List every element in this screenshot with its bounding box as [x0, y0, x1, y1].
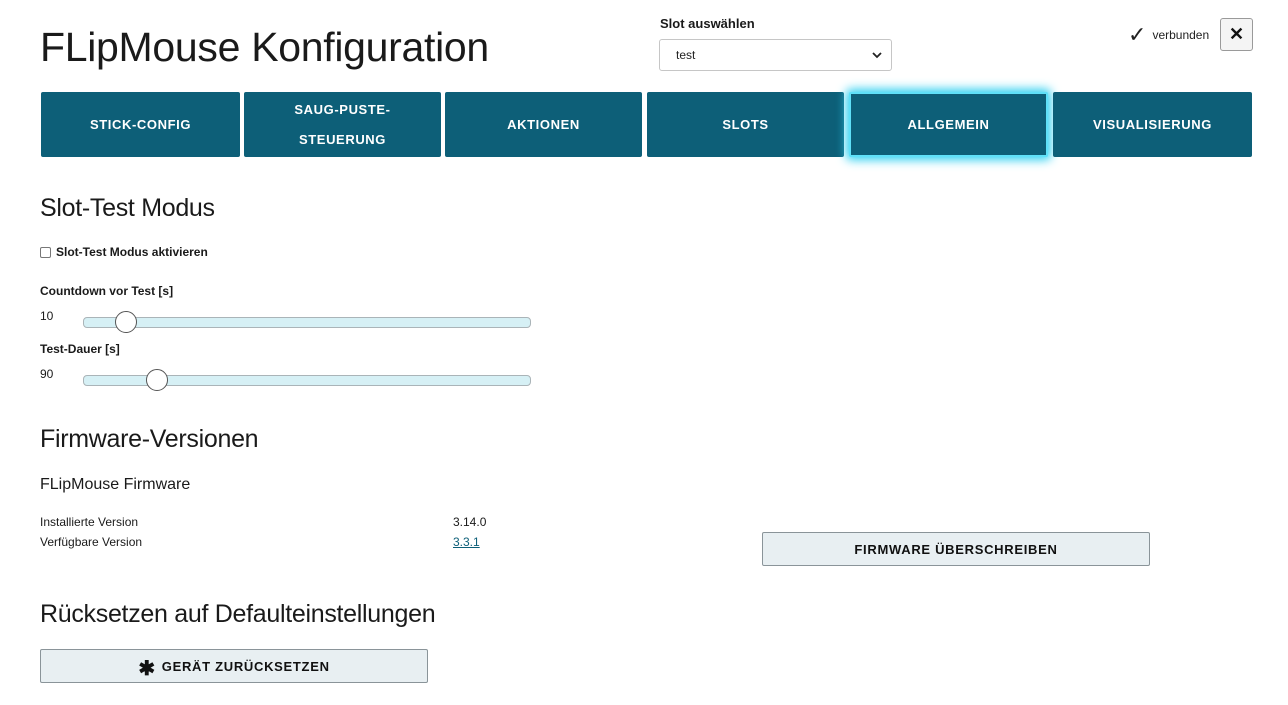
slot-select-value: test — [676, 48, 696, 62]
close-icon: ✕ — [1228, 24, 1245, 44]
firmware-overwrite-button[interactable]: FIRMWARE ÜBERSCHREIBEN — [762, 532, 1150, 566]
firmware-subheading: FLipMouse Firmware — [40, 476, 191, 493]
reset-device-button-label: GERÄT ZURÜCKSETZEN — [161, 658, 330, 674]
installed-version-label: Installierte Version — [40, 515, 139, 529]
countdown-slider[interactable] — [83, 311, 531, 333]
available-version-label: Verfügbare Version — [40, 535, 143, 549]
countdown-value: 10 — [40, 309, 54, 323]
asterisk-icon: ✱ — [138, 658, 156, 680]
reset-device-button[interactable]: ✱ GERÄT ZURÜCKSETZEN — [40, 649, 428, 683]
tab-stick-config[interactable]: STICK-CONFIG — [41, 92, 240, 157]
tab-saug-puste-steuerung[interactable]: SAUG-PUSTE-STEUERUNG — [244, 92, 441, 157]
tab-slots[interactable]: SLOTS — [647, 92, 844, 157]
slot-select[interactable]: test — [659, 39, 892, 71]
slot-test-checkbox-row[interactable]: Slot-Test Modus aktivieren — [40, 245, 208, 259]
countdown-label: Countdown vor Test [s] — [40, 284, 174, 298]
close-button[interactable]: ✕ — [1220, 18, 1253, 51]
countdown-slider-track — [83, 317, 531, 328]
installed-version-value: 3.14.0 — [453, 515, 487, 529]
available-version-link[interactable]: 3.3.1 — [453, 535, 480, 549]
test-duration-slider[interactable] — [83, 369, 531, 391]
slot-test-heading: Slot-Test Modus — [40, 194, 215, 222]
tab-aktionen[interactable]: AKTIONEN — [445, 92, 642, 157]
check-icon: ✓ — [1128, 22, 1147, 47]
slot-select-label: Slot auswählen — [660, 16, 755, 31]
slot-test-checkbox-label: Slot-Test Modus aktivieren — [56, 245, 208, 259]
countdown-slider-thumb[interactable] — [115, 311, 137, 333]
slot-test-checkbox[interactable] — [40, 246, 51, 258]
main-tabs: STICK-CONFIG SAUG-PUSTE-STEUERUNG AKTION… — [41, 92, 1252, 157]
reset-heading: Rücksetzen auf Defaulteinstellungen — [40, 600, 436, 628]
tab-allgemein[interactable]: ALLGEMEIN — [849, 92, 1048, 157]
test-duration-slider-thumb[interactable] — [145, 369, 168, 391]
connection-status-text: verbunden — [1152, 28, 1210, 42]
firmware-heading: Firmware-Versionen — [40, 425, 259, 453]
chevron-down-icon — [872, 52, 882, 59]
test-duration-label: Test-Dauer [s] — [40, 342, 120, 356]
page-title: FLipMouse Konfiguration — [40, 24, 489, 70]
tab-visualisierung[interactable]: VISUALISIERUNG — [1053, 92, 1252, 157]
test-duration-value: 90 — [40, 367, 54, 381]
connection-status: ✓ verbunden — [1128, 24, 1209, 46]
